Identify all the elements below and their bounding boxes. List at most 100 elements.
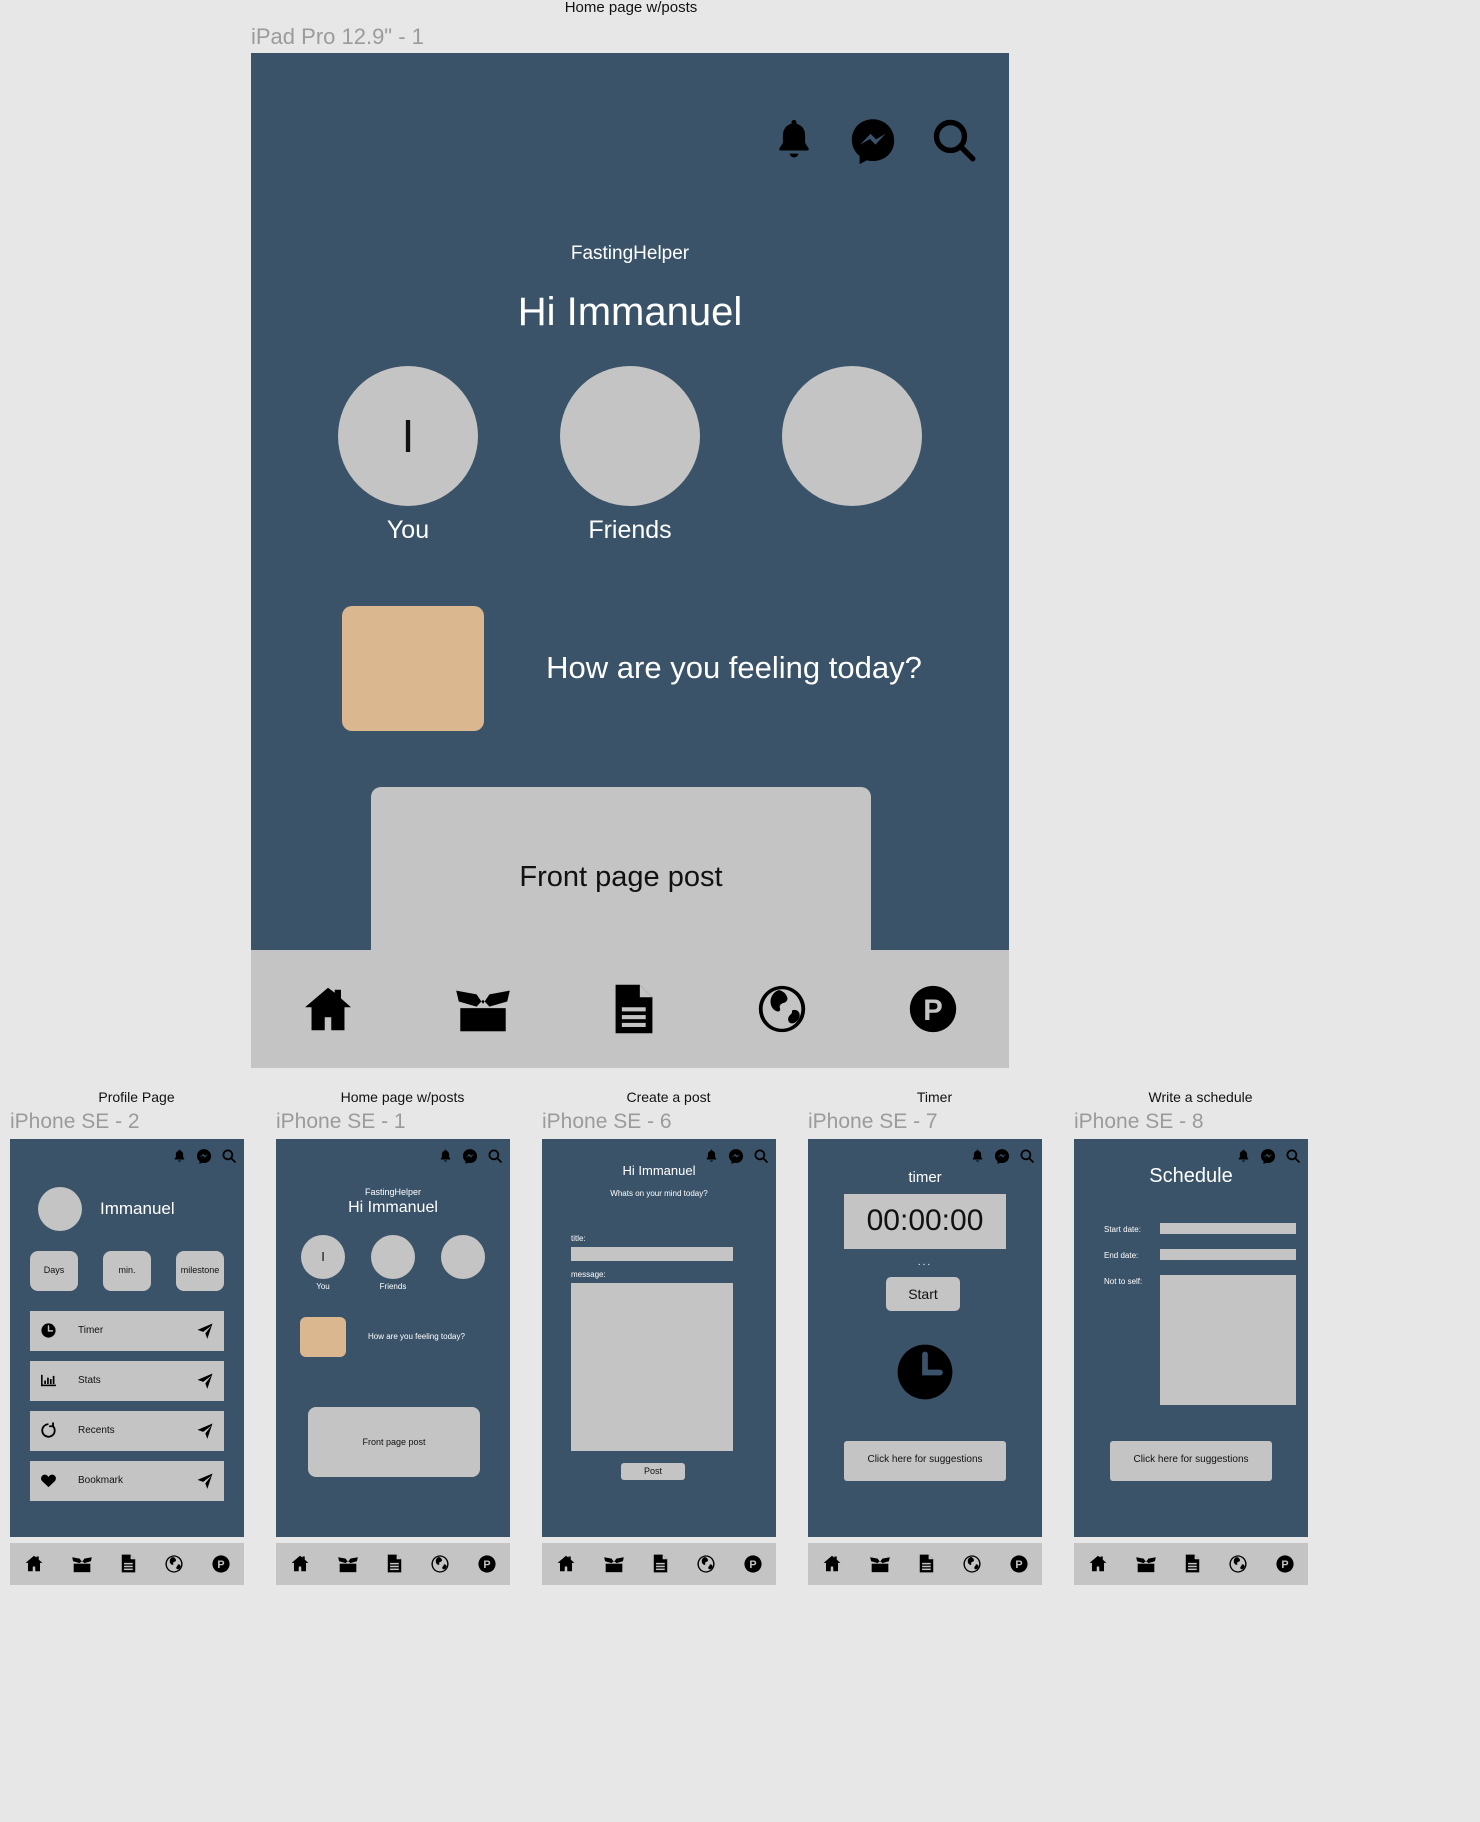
bell-icon[interactable] xyxy=(1236,1148,1251,1164)
ipad-device-name: iPad Pro 12.9" - 1 xyxy=(251,23,424,49)
avatar-you[interactable]: I You xyxy=(301,1234,345,1291)
avatar-label: Friends xyxy=(588,516,672,544)
clock-icon[interactable] xyxy=(808,1341,1042,1403)
bell-icon[interactable] xyxy=(704,1148,719,1164)
messenger-icon[interactable] xyxy=(1260,1148,1276,1164)
front-page-post-card[interactable]: Front page post xyxy=(308,1406,480,1477)
home-icon[interactable] xyxy=(556,1554,576,1573)
open-box-icon[interactable] xyxy=(869,1555,891,1573)
avatar-extra[interactable] xyxy=(782,366,922,545)
avatar-friends[interactable]: Friends xyxy=(560,366,700,545)
menu-item-timer[interactable]: Timer xyxy=(30,1310,224,1351)
title-input[interactable] xyxy=(571,1246,733,1261)
clock-icon xyxy=(40,1322,66,1339)
globe-icon[interactable] xyxy=(164,1554,184,1574)
note-textarea[interactable] xyxy=(1160,1274,1296,1405)
message-textarea[interactable] xyxy=(571,1282,733,1451)
search-icon[interactable] xyxy=(487,1148,503,1164)
start-button[interactable]: Start xyxy=(886,1276,960,1311)
suggestions-button[interactable]: Click here for suggestions xyxy=(844,1440,1006,1481)
search-icon[interactable] xyxy=(221,1148,237,1164)
search-icon[interactable] xyxy=(753,1148,769,1164)
p-circle-icon[interactable]: P xyxy=(1275,1554,1295,1574)
p-circle-icon[interactable]: P xyxy=(211,1554,231,1574)
open-box-icon[interactable] xyxy=(71,1555,93,1573)
phone-mockup-row: Profile Page iPhone SE - 2 Immanuel Days xyxy=(0,1089,1480,1585)
document-icon[interactable] xyxy=(611,983,657,1035)
bell-icon[interactable] xyxy=(970,1148,985,1164)
suggestions-button[interactable]: Click here for suggestions xyxy=(1110,1440,1272,1481)
suggestions-button-label: Click here for suggestions xyxy=(867,1454,983,1466)
menu-item-stats[interactable]: Stats xyxy=(30,1360,224,1401)
send-icon[interactable] xyxy=(196,1422,214,1440)
mood-image-tile[interactable] xyxy=(342,606,484,731)
front-page-post-label: Front page post xyxy=(362,1436,426,1447)
post-button[interactable]: Post xyxy=(621,1462,685,1480)
avatar-extra[interactable] xyxy=(441,1234,485,1291)
home-icon[interactable] xyxy=(24,1554,44,1573)
messenger-icon[interactable] xyxy=(728,1148,744,1164)
front-page-post-card[interactable]: Front page post xyxy=(371,787,871,967)
messenger-icon[interactable] xyxy=(994,1148,1010,1164)
ipad-mood-row: How are you feeling today? xyxy=(251,606,1009,731)
home-icon[interactable] xyxy=(1088,1554,1108,1573)
avatar[interactable]: I xyxy=(301,1234,345,1279)
send-icon[interactable] xyxy=(196,1322,214,1340)
bell-icon[interactable] xyxy=(172,1148,187,1164)
document-icon[interactable] xyxy=(120,1554,137,1573)
home-icon[interactable] xyxy=(290,1554,310,1573)
messenger-icon[interactable] xyxy=(462,1148,478,1164)
globe-icon[interactable] xyxy=(1228,1554,1248,1574)
search-icon[interactable] xyxy=(929,115,979,165)
messenger-icon[interactable] xyxy=(196,1148,212,1164)
p-circle-icon[interactable]: P xyxy=(1009,1554,1029,1574)
send-icon[interactable] xyxy=(196,1472,214,1490)
messenger-icon[interactable] xyxy=(849,116,897,164)
send-icon[interactable] xyxy=(196,1372,214,1390)
p-circle-icon[interactable]: P xyxy=(477,1554,497,1574)
search-icon[interactable] xyxy=(1285,1148,1301,1164)
profile-menu-list: Timer Stats Recents Bookmark xyxy=(30,1310,224,1501)
avatar[interactable] xyxy=(441,1234,485,1279)
open-box-icon[interactable] xyxy=(453,985,513,1033)
stat-milestone[interactable]: milestone xyxy=(176,1250,224,1291)
document-icon[interactable] xyxy=(652,1554,669,1573)
open-box-icon[interactable] xyxy=(603,1555,625,1573)
search-icon[interactable] xyxy=(1019,1148,1035,1164)
avatar-you[interactable]: I You xyxy=(338,366,478,545)
globe-icon[interactable] xyxy=(430,1554,450,1574)
bell-icon[interactable] xyxy=(438,1148,453,1164)
avatar[interactable] xyxy=(38,1186,82,1231)
end-date-label: End date: xyxy=(1104,1250,1139,1260)
menu-item-recents[interactable]: Recents xyxy=(30,1410,224,1451)
start-date-field: Start date: xyxy=(1104,1222,1296,1234)
phone-top-icon-bar xyxy=(172,1148,237,1164)
stat-days[interactable]: Days xyxy=(30,1250,78,1291)
avatar[interactable] xyxy=(782,366,922,506)
end-date-input[interactable] xyxy=(1160,1248,1296,1260)
document-icon[interactable] xyxy=(1184,1554,1201,1573)
avatar[interactable] xyxy=(560,366,700,506)
avatar[interactable] xyxy=(371,1234,415,1279)
ipad-caption: Home page w/posts xyxy=(564,0,698,16)
globe-icon[interactable] xyxy=(962,1554,982,1574)
document-icon[interactable] xyxy=(918,1554,935,1573)
stat-minutes[interactable]: min. xyxy=(103,1250,151,1291)
p-circle-icon[interactable]: P xyxy=(743,1554,763,1574)
globe-icon[interactable] xyxy=(696,1554,716,1574)
menu-item-bookmark[interactable]: Bookmark xyxy=(30,1460,224,1501)
bell-icon[interactable] xyxy=(771,115,817,165)
mood-image-tile[interactable] xyxy=(300,1316,346,1357)
globe-icon[interactable] xyxy=(755,982,809,1036)
ipad-greeting: Hi Immanuel xyxy=(517,290,743,334)
open-box-icon[interactable] xyxy=(1135,1555,1157,1573)
start-date-input[interactable] xyxy=(1160,1222,1296,1234)
document-icon[interactable] xyxy=(386,1554,403,1573)
avatar[interactable]: I xyxy=(338,366,478,506)
home-icon[interactable] xyxy=(822,1554,842,1573)
avatar-friends[interactable]: Friends xyxy=(371,1234,415,1291)
home-icon[interactable] xyxy=(300,983,356,1035)
ipad-tabbar: P xyxy=(251,950,1009,1068)
open-box-icon[interactable] xyxy=(337,1555,359,1573)
p-circle-icon[interactable]: P xyxy=(906,982,960,1036)
